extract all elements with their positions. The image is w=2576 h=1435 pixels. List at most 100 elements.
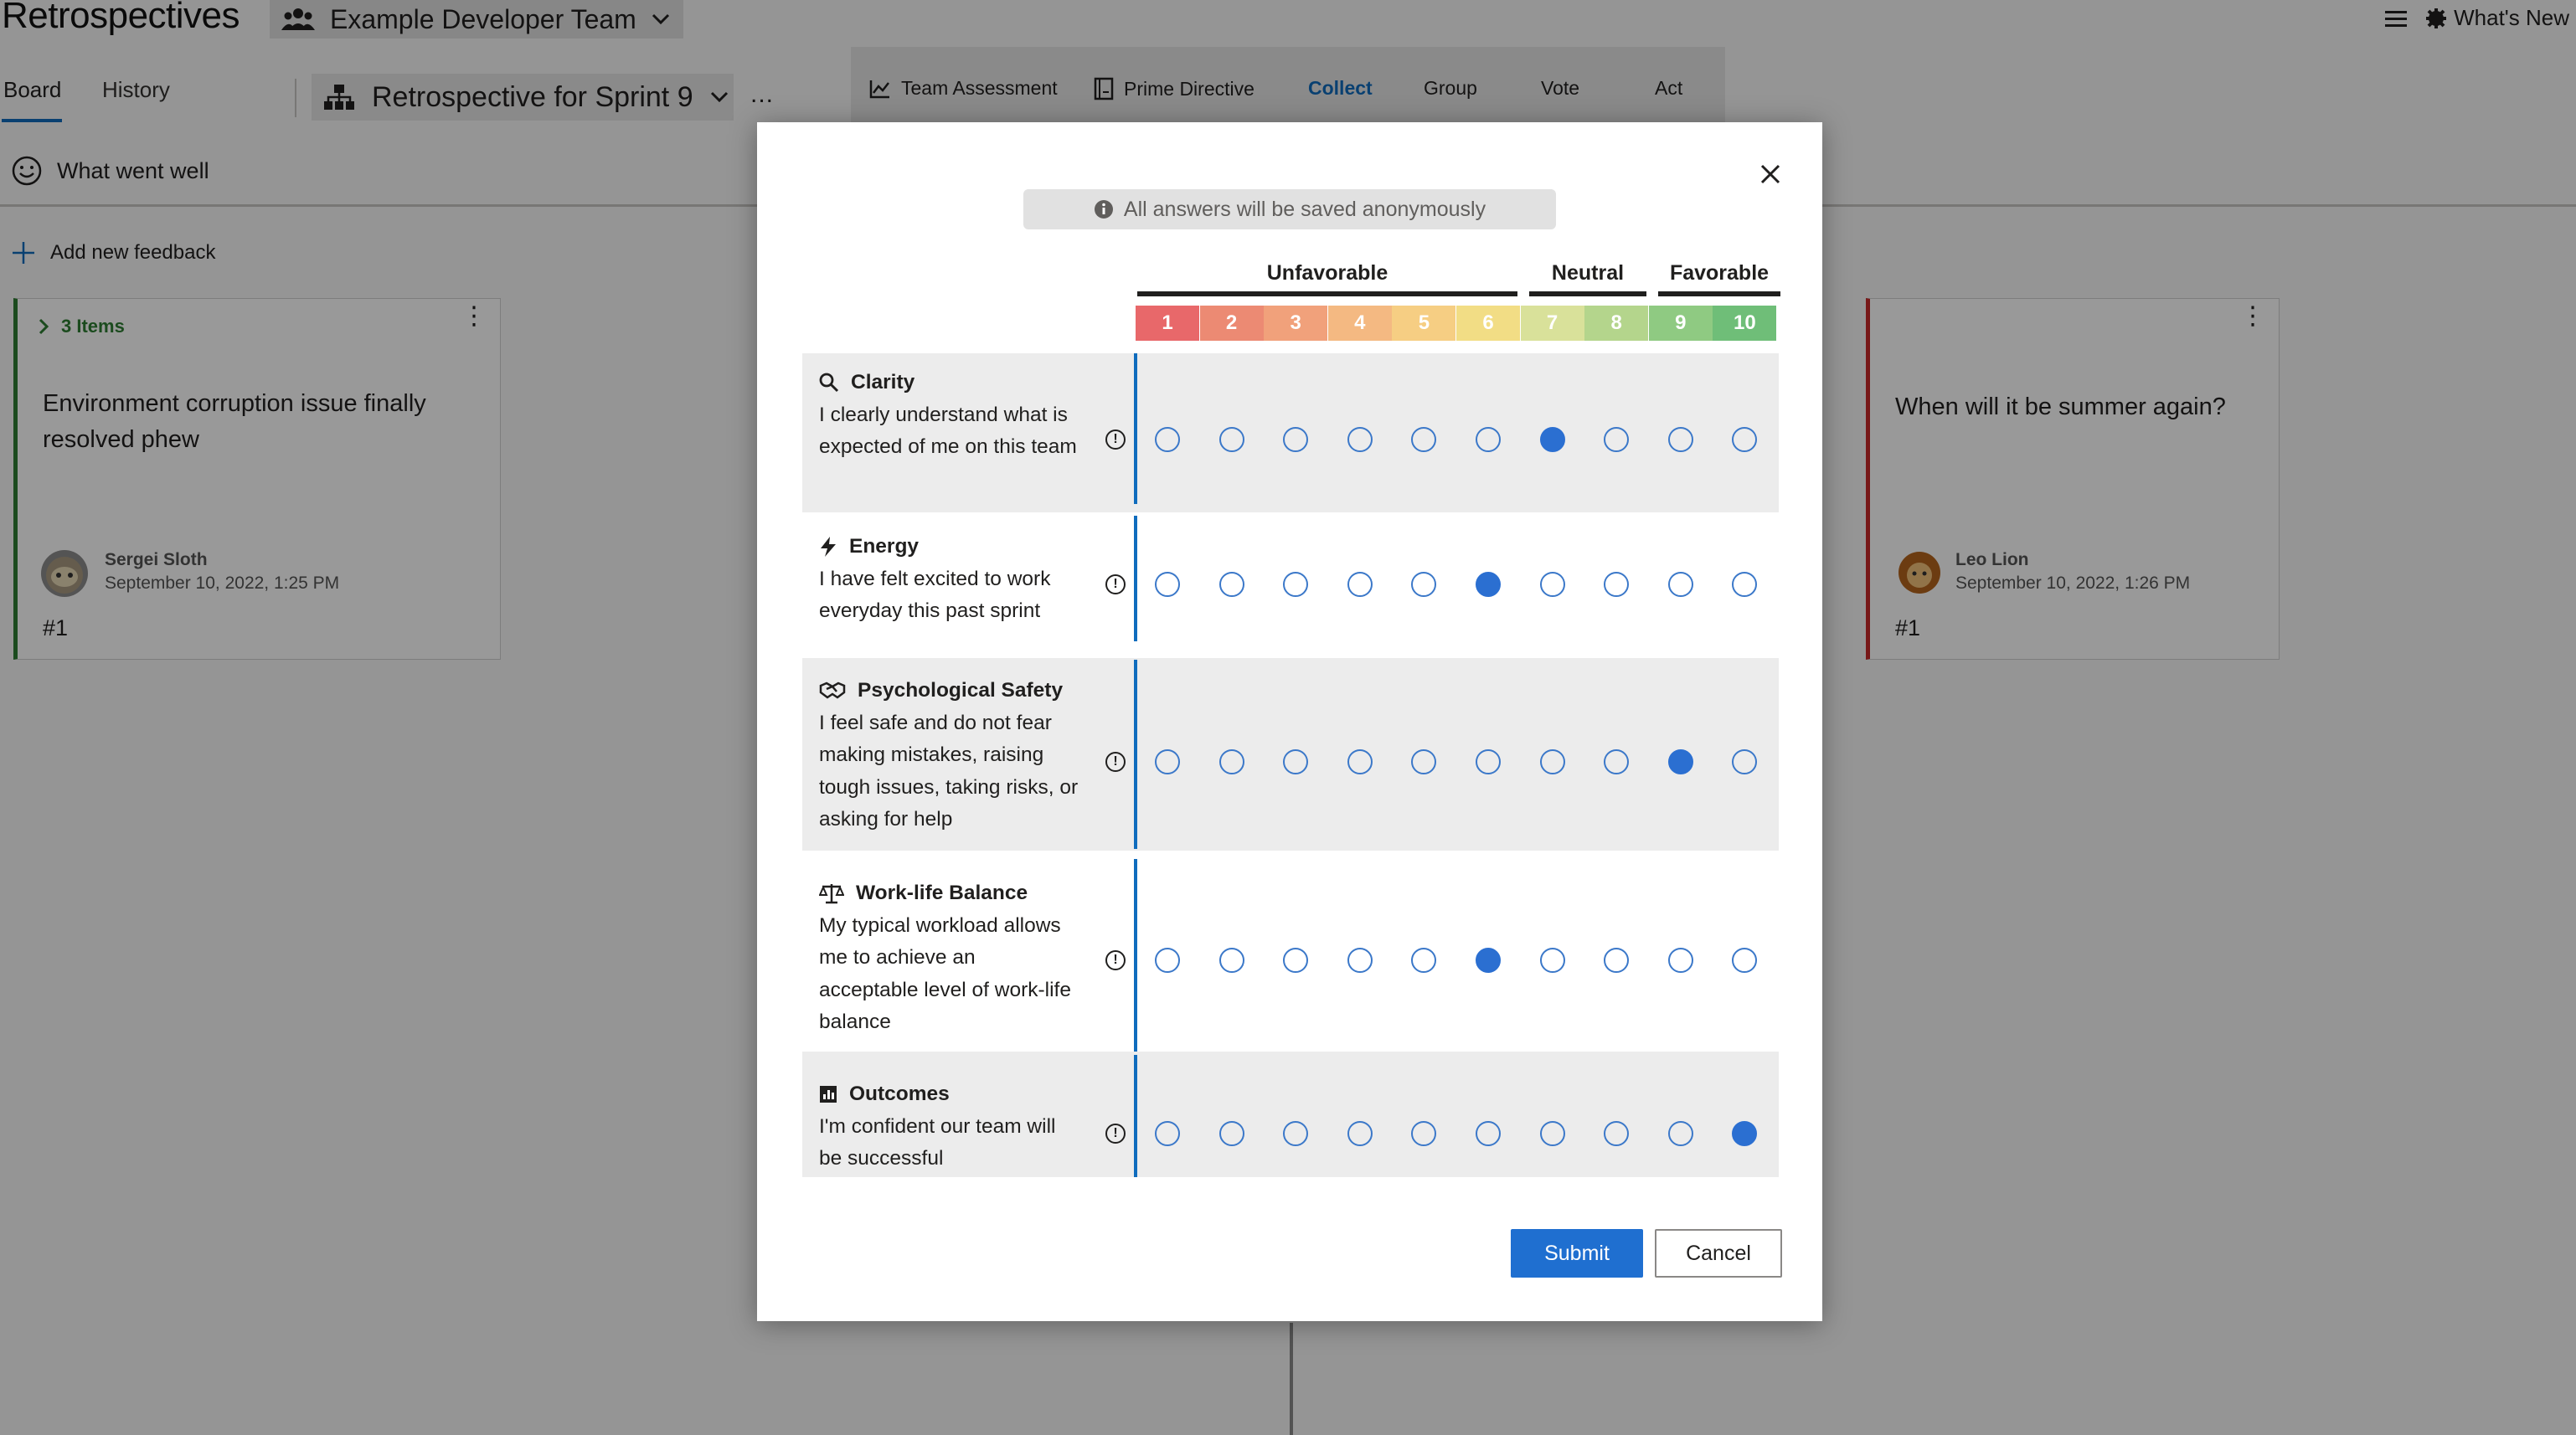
lightning-icon: [819, 536, 837, 558]
question-description: I clearly understand what is expected of…: [819, 403, 1077, 459]
rating-radio-3[interactable]: [1283, 1121, 1309, 1146]
question-description: I have felt excited to work everyday thi…: [819, 567, 1051, 623]
rating-radio-6[interactable]: [1476, 749, 1501, 774]
anonymous-notice: All answers will be saved anonymously: [1023, 189, 1556, 229]
question-description: I'm confident our team will be successfu…: [819, 1114, 1056, 1170]
info-icon[interactable]: !: [1105, 950, 1126, 970]
question-title: Psychological Safety: [819, 675, 1079, 707]
scale-value-6: 6: [1456, 306, 1520, 341]
cancel-button[interactable]: Cancel: [1655, 1229, 1782, 1278]
question-label: Psychological Safety I feel safe and do n…: [819, 675, 1079, 836]
question-divider: [1134, 1055, 1137, 1177]
anonymous-note-text: All answers will be saved anonymously: [1123, 197, 1486, 221]
rating-radio-6[interactable]: [1476, 427, 1501, 452]
question-label: Outcomes I'm confident our team will be s…: [819, 1078, 1079, 1175]
scale-value-5: 5: [1392, 306, 1456, 341]
question-title-text: Energy: [849, 535, 920, 558]
rating-radio-8[interactable]: [1604, 427, 1630, 452]
rating-radio-7[interactable]: [1539, 1121, 1565, 1146]
rating-radio-4[interactable]: [1347, 948, 1373, 973]
group-favorable: Favorable: [1669, 261, 1770, 285]
question-title: Work-life Balance: [819, 877, 1079, 910]
rating-radio-8[interactable]: [1604, 572, 1630, 597]
rating-radio-4[interactable]: [1347, 749, 1373, 774]
question-divider: [1134, 859, 1137, 1053]
question-title: Clarity: [819, 367, 1079, 399]
rating-radio-3[interactable]: [1283, 572, 1309, 597]
info-icon[interactable]: !: [1105, 752, 1126, 772]
question-label: Energy I have felt excited to work everyd…: [819, 531, 1079, 628]
group-underline: [1137, 291, 1517, 296]
rating-radio-3[interactable]: [1283, 948, 1309, 973]
question-divider: [1134, 516, 1137, 641]
rating-radio-3[interactable]: [1283, 749, 1309, 774]
rating-radio-10[interactable]: [1732, 948, 1758, 973]
rating-radio-9[interactable]: [1667, 1121, 1693, 1146]
close-icon[interactable]: [1754, 157, 1787, 191]
rating-radio-2[interactable]: [1218, 1121, 1244, 1146]
info-icon[interactable]: !: [1105, 1124, 1126, 1144]
rating-radio-8[interactable]: [1604, 948, 1630, 973]
rating-radio-2[interactable]: [1218, 948, 1244, 973]
rating-radio-10[interactable]: [1732, 572, 1758, 597]
rating-radio-6[interactable]: [1476, 948, 1501, 973]
rating-radio-1[interactable]: [1155, 948, 1180, 973]
scale-value-3: 3: [1264, 306, 1328, 341]
submit-button[interactable]: Submit: [1511, 1229, 1643, 1278]
group-underline: [1658, 291, 1780, 296]
rating-radio-1[interactable]: [1155, 1121, 1180, 1146]
rating-radio-7[interactable]: [1539, 572, 1565, 597]
scale-value-9: 9: [1648, 306, 1713, 341]
scale-value-2: 2: [1199, 306, 1264, 341]
handshake-icon: [819, 681, 846, 701]
rating-radio-3[interactable]: [1283, 427, 1309, 452]
group-unfavorable: Unfavorable: [1266, 261, 1388, 285]
rating-radio-5[interactable]: [1411, 948, 1437, 973]
scale-value-1: 1: [1136, 306, 1199, 341]
rating-radio-4[interactable]: [1347, 427, 1373, 452]
rating-radio-7[interactable]: [1539, 427, 1565, 452]
rating-radio-1[interactable]: [1155, 572, 1180, 597]
rating-radio-4[interactable]: [1347, 1121, 1373, 1146]
bar-chart-icon: [819, 1085, 837, 1103]
scale-value-8: 8: [1584, 306, 1649, 341]
question-label: Clarity I clearly understand what is expe…: [819, 367, 1079, 464]
rating-radio-9[interactable]: [1667, 749, 1693, 774]
question-title: Energy: [819, 531, 1079, 563]
scale-value-10: 10: [1713, 306, 1777, 341]
question-description: I feel safe and do not fear making mista…: [819, 711, 1079, 831]
question-label: Work-life Balance My typical workload all…: [819, 877, 1079, 1039]
question-title-text: Work-life Balance: [856, 882, 1028, 904]
rating-radio-9[interactable]: [1667, 948, 1693, 973]
rating-radio-9[interactable]: [1667, 427, 1693, 452]
group-neutral: Neutral: [1551, 261, 1625, 285]
rating-radio-2[interactable]: [1218, 749, 1244, 774]
search-icon: [819, 373, 839, 393]
rating-radio-8[interactable]: [1604, 1121, 1630, 1146]
question-title-text: Outcomes: [849, 1083, 950, 1105]
rating-radio-8[interactable]: [1604, 749, 1630, 774]
rating-radio-5[interactable]: [1411, 572, 1437, 597]
question-title-text: Clarity: [851, 371, 915, 393]
rating-radio-2[interactable]: [1218, 572, 1244, 597]
rating-radio-4[interactable]: [1347, 572, 1373, 597]
question-divider: [1134, 660, 1137, 849]
rating-radio-7[interactable]: [1539, 749, 1565, 774]
rating-radio-6[interactable]: [1476, 1121, 1501, 1146]
info-icon: [1094, 199, 1114, 219]
rating-radio-7[interactable]: [1539, 948, 1565, 973]
info-icon[interactable]: !: [1105, 429, 1126, 450]
rating-radio-1[interactable]: [1155, 749, 1180, 774]
rating-radio-9[interactable]: [1667, 572, 1693, 597]
question-title: Outcomes: [819, 1078, 1079, 1111]
scales-icon: [819, 882, 844, 904]
rating-radio-1[interactable]: [1155, 427, 1180, 452]
group-underline: [1529, 291, 1646, 296]
rating-radio-2[interactable]: [1218, 427, 1244, 452]
question-title-text: Psychological Safety: [858, 679, 1064, 702]
scale-value-7: 7: [1520, 306, 1584, 341]
question-description: My typical workload allows me to achieve…: [819, 913, 1071, 1034]
question-divider: [1134, 353, 1137, 504]
rating-radio-6[interactable]: [1476, 572, 1501, 597]
info-icon[interactable]: !: [1105, 574, 1126, 594]
